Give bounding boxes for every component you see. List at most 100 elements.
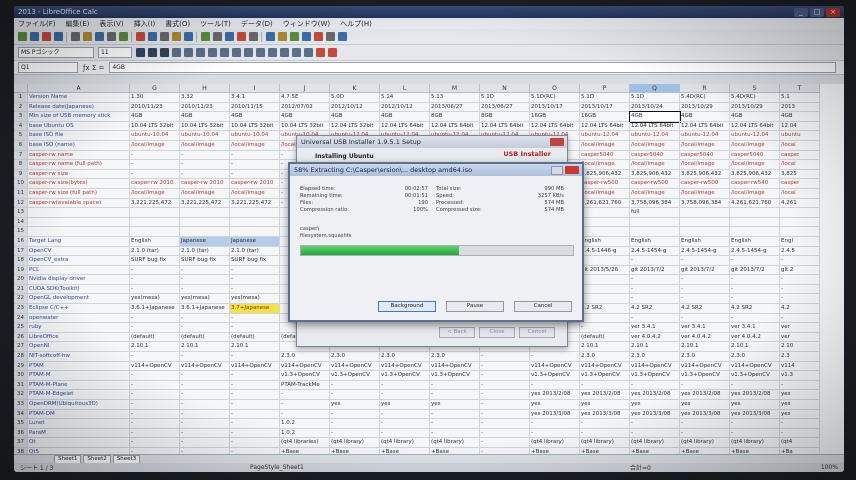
- grid-cell[interactable]: PTAM-TrackMe: [280, 380, 330, 391]
- row-header[interactable]: 19: [14, 265, 28, 276]
- grid-cell[interactable]: -: [180, 169, 230, 180]
- grid-cell[interactable]: 4.2 SR2: [730, 304, 780, 314]
- grid-cell[interactable]: -: [230, 323, 280, 333]
- grid-cell[interactable]: 12.04 LTS 64bit: [480, 121, 530, 132]
- grid-cell[interactable]: -: [230, 409, 280, 420]
- uui-back-button[interactable]: < Back: [439, 327, 475, 338]
- font-size-box[interactable]: 11: [98, 47, 132, 58]
- border-icon[interactable]: [304, 48, 313, 57]
- column-header[interactable]: A: [28, 84, 130, 93]
- minimize-button[interactable]: _: [794, 7, 808, 17]
- grid-cell[interactable]: -: [280, 400, 330, 410]
- grid-cell[interactable]: -: [780, 294, 820, 305]
- grid-cell[interactable]: -: [780, 284, 820, 295]
- grid-cell[interactable]: git 2013/7/2: [630, 265, 680, 276]
- grid-cell[interactable]: -: [730, 419, 780, 429]
- grid-cell[interactable]: 3,825,906,432: [630, 169, 680, 180]
- grid-cell[interactable]: 1.30: [130, 93, 180, 103]
- grid-cell[interactable]: 3,825,906,432: [680, 169, 730, 180]
- grid-cell[interactable]: 4GB: [280, 112, 330, 122]
- grid-cell[interactable]: [28, 217, 130, 228]
- grid-cell[interactable]: casper5040: [680, 150, 730, 161]
- grid-cell[interactable]: [230, 227, 280, 237]
- grid-cell[interactable]: ver 3.4.1: [630, 323, 680, 333]
- grid-cell[interactable]: 3,221,225,472: [180, 198, 230, 209]
- grid-cell[interactable]: OpenDRM(Ubiquitous3D): [28, 400, 130, 410]
- grid-cell[interactable]: -: [380, 419, 430, 429]
- grid-cell[interactable]: 4.7.5E: [280, 93, 330, 103]
- grid-cell[interactable]: full: [630, 208, 680, 218]
- grid-cell[interactable]: casper-rw500: [580, 179, 630, 189]
- row-header[interactable]: 18: [14, 256, 28, 266]
- grid-cell[interactable]: ver 3.4.1: [730, 323, 780, 333]
- grid-cell[interactable]: v114+OpenCV: [280, 361, 330, 372]
- grid-cell[interactable]: 5.1D: [630, 93, 680, 103]
- grid-cell[interactable]: -: [180, 400, 230, 410]
- grid-cell[interactable]: [130, 208, 180, 218]
- grid-cell[interactable]: yes: [380, 400, 430, 410]
- grid-cell[interactable]: -: [680, 419, 730, 429]
- column-header[interactable]: O: [530, 84, 580, 93]
- mail-icon[interactable]: [54, 32, 63, 41]
- autospell-icon[interactable]: [136, 32, 145, 41]
- grid-cell[interactable]: OpenCV_extra: [28, 256, 130, 266]
- decimal-del-icon[interactable]: [268, 48, 277, 57]
- grid-cell[interactable]: Japanese: [180, 236, 230, 247]
- column-header[interactable]: S: [730, 84, 780, 93]
- grid-cell[interactable]: ubuntu-10.04: [230, 131, 280, 141]
- grid-cell[interactable]: -: [330, 380, 380, 391]
- menu-edit[interactable]: 編集(E): [66, 19, 90, 29]
- grid-cell[interactable]: (qt4 library): [730, 438, 780, 448]
- grid-cell[interactable]: -: [680, 294, 730, 305]
- grid-cell[interactable]: 2.1.0 (tar): [130, 246, 180, 257]
- grid-cell[interactable]: -: [180, 428, 230, 439]
- grid-cell[interactable]: [780, 217, 820, 228]
- grid-cell[interactable]: 2012/10/12: [380, 102, 430, 113]
- grid-cell[interactable]: casper5040: [730, 150, 780, 161]
- row-header[interactable]: 27: [14, 342, 28, 353]
- grid-cell[interactable]: yes: [780, 390, 820, 400]
- grid-cell[interactable]: -: [480, 419, 530, 429]
- grid-cell[interactable]: 2013/10/24: [630, 102, 680, 113]
- grid-cell[interactable]: -: [180, 150, 230, 161]
- copy-icon[interactable]: [160, 32, 169, 41]
- grid-cell[interactable]: /local/image: [680, 140, 730, 151]
- fontcolor-icon[interactable]: [328, 48, 337, 57]
- spellcheck-icon[interactable]: [119, 32, 128, 41]
- grid-cell[interactable]: [580, 208, 630, 218]
- row-header[interactable]: 33: [14, 400, 28, 410]
- grid-cell[interactable]: (qt4 library): [430, 438, 480, 448]
- grid-cell[interactable]: yes 2013/3/08: [580, 409, 630, 420]
- grid-cell[interactable]: /local/image: [630, 188, 680, 199]
- grid-cell[interactable]: yes 2013/2/08: [530, 390, 580, 400]
- grid-cell[interactable]: [730, 208, 780, 218]
- grid-cell[interactable]: PTAM-DM: [28, 409, 130, 420]
- draw-icon[interactable]: [290, 32, 299, 41]
- grid-cell[interactable]: -: [130, 284, 180, 295]
- grid-cell[interactable]: -: [130, 169, 180, 180]
- grid-cell[interactable]: -: [430, 390, 480, 400]
- grid-cell[interactable]: -: [330, 390, 380, 400]
- grid-cell[interactable]: -: [230, 352, 280, 362]
- grid-cell[interactable]: -: [480, 352, 530, 362]
- grid-cell[interactable]: Target Lang: [28, 236, 130, 247]
- row-header[interactable]: 6: [14, 140, 28, 151]
- grid-cell[interactable]: casper-rw size (full path): [28, 188, 130, 199]
- row-header[interactable]: 2: [14, 102, 28, 113]
- save-icon[interactable]: [42, 32, 51, 41]
- grid-cell[interactable]: /local/image: [630, 160, 680, 170]
- grid-cell[interactable]: 2.10.1: [680, 342, 730, 353]
- grid-cell[interactable]: v114+OpenCV: [680, 361, 730, 372]
- grid-cell[interactable]: yes(mesa): [180, 294, 230, 305]
- grid-cell[interactable]: /local/image: [680, 188, 730, 199]
- grid-cell[interactable]: 2.4.5-1454-g: [630, 246, 680, 257]
- row-header[interactable]: 23: [14, 304, 28, 314]
- grid-cell[interactable]: -: [130, 160, 180, 170]
- decimal-add-icon[interactable]: [256, 48, 265, 57]
- preview-icon[interactable]: [107, 32, 116, 41]
- grid-cell[interactable]: -: [580, 323, 630, 333]
- grid-cell[interactable]: v114+OpenCV: [580, 361, 630, 372]
- grid-cell[interactable]: 3,758,096,384: [630, 198, 680, 209]
- chart-icon[interactable]: [266, 32, 275, 41]
- grid-cell[interactable]: ParaM: [28, 428, 130, 439]
